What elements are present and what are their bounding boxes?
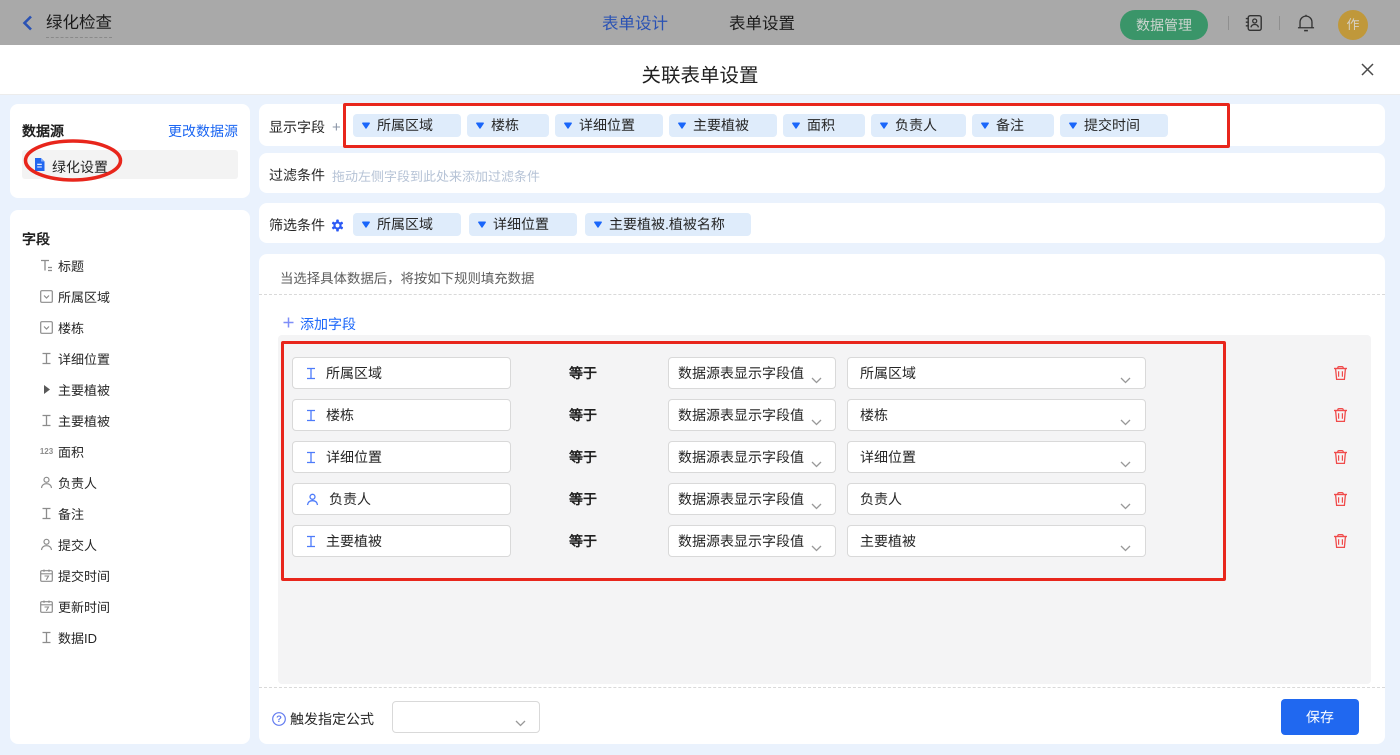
svg-text:?: ? [276,714,282,725]
